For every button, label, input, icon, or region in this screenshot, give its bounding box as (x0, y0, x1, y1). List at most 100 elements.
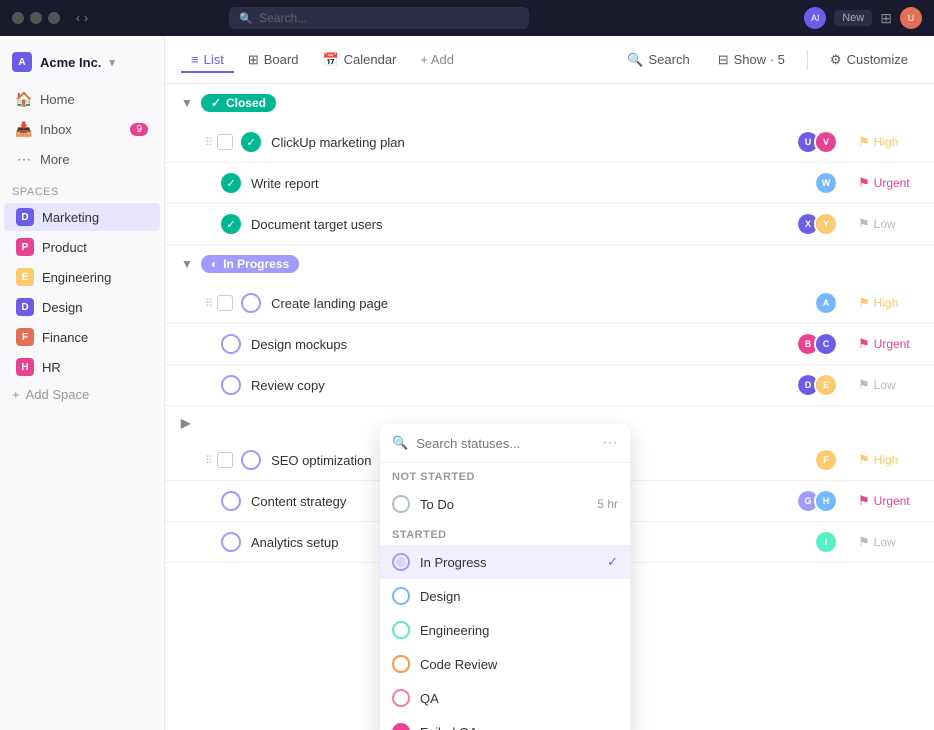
add-space-button[interactable]: + Add Space (0, 382, 164, 407)
sidebar-item-home[interactable]: 🏠 Home (4, 85, 160, 113)
task-avatars: G H (796, 489, 838, 513)
add-view-button[interactable]: + Add (410, 46, 464, 73)
status-option-inprogress[interactable]: In Progress ✓ (380, 545, 630, 579)
sidebar-item-engineering[interactable]: E Engineering (4, 263, 160, 291)
task-checkbox[interactable] (217, 452, 233, 468)
status-option-design[interactable]: Design (380, 579, 630, 613)
maximize-dot (48, 12, 60, 24)
titlebar: ‹ › 🔍 Search... AI New ⊞ U (0, 0, 934, 36)
marketing-label: Marketing (42, 210, 99, 225)
new-button[interactable]: New (834, 10, 872, 26)
status-option-codereview[interactable]: Code Review (380, 647, 630, 681)
finance-dot: F (16, 328, 34, 346)
status-option-todo[interactable]: To Do 5 hr (380, 487, 630, 521)
section-header-closed[interactable]: ▼ ✓ Closed (165, 84, 934, 122)
avatar: E (814, 373, 838, 397)
section-header-inprogress[interactable]: ▼ ◐ In Progress (165, 245, 934, 283)
task-name: Review copy (251, 378, 796, 393)
qa-option-label: QA (420, 691, 618, 706)
grid-icon[interactable]: ⊞ (880, 10, 892, 27)
priority-badge: ⚑ Low (858, 534, 918, 550)
avatar: V (814, 130, 838, 154)
search-icon: 🔍 (627, 52, 643, 68)
show-icon: ⊟ (718, 52, 729, 68)
sidebar-item-more[interactable]: ⋯ More (4, 145, 160, 173)
closed-label: Closed (226, 96, 266, 110)
tab-calendar[interactable]: 📅 Calendar (312, 46, 406, 74)
user-avatar[interactable]: U (900, 7, 922, 29)
sidebar-item-more-label: More (40, 152, 70, 167)
table-row[interactable]: ⠿ ✓ ClickUp marketing plan U V ⚑ High (165, 122, 934, 163)
forward-arrow-icon[interactable]: › (84, 11, 88, 25)
workspace-selector[interactable]: A Acme Inc. ▾ (0, 44, 164, 80)
back-arrow-icon[interactable]: ‹ (76, 11, 80, 25)
closed-status-badge: ✓ Closed (201, 94, 276, 112)
flag-icon: ⚑ (858, 175, 870, 191)
inprogress-label: In Progress (223, 257, 289, 271)
sidebar-item-product[interactable]: P Product (4, 233, 160, 261)
global-search-bar[interactable]: 🔍 Search... (229, 7, 529, 29)
task-avatars: D E (796, 373, 838, 397)
table-row[interactable]: ⠿ Create landing page A ⚑ High (165, 283, 934, 324)
task-name: Write report (251, 176, 814, 191)
search-button[interactable]: 🔍 Search (617, 47, 699, 73)
dropdown-search-bar[interactable]: 🔍 ··· (380, 424, 630, 463)
table-row[interactable]: ✓ Document target users X Y ⚑ Low (165, 204, 934, 245)
sidebar-item-finance[interactable]: F Finance (4, 323, 160, 351)
inprogress-option-label: In Progress (420, 555, 597, 570)
workspace-icon: A (12, 52, 32, 72)
tab-board-label: Board (264, 52, 299, 67)
sidebar-item-design[interactable]: D Design (4, 293, 160, 321)
tab-list-label: List (204, 52, 224, 67)
not-started-section-label: NOT STARTED (380, 463, 630, 487)
table-row[interactable]: Design mockups B C ⚑ Urgent (165, 324, 934, 365)
sidebar-item-hr[interactable]: H HR (4, 353, 160, 381)
priority-badge: ⚑ High (858, 452, 918, 468)
codereview-status-icon (392, 655, 410, 673)
ai-avatar[interactable]: AI (804, 7, 826, 29)
customize-icon: ⚙ (830, 52, 842, 68)
priority-label: High (874, 296, 899, 310)
close-dot (12, 12, 24, 24)
sidebar-item-marketing[interactable]: D Marketing (4, 203, 160, 231)
task-checkbox[interactable] (217, 134, 233, 150)
engineering-label: Engineering (42, 270, 111, 285)
closed-check-icon: ✓ (211, 96, 221, 110)
search-icon: 🔍 (239, 12, 253, 25)
product-dot: P (16, 238, 34, 256)
status-option-failedqa[interactable]: Failed QA (380, 715, 630, 730)
task-avatars: W (814, 171, 838, 195)
marketing-dot: D (16, 208, 34, 226)
avatar: F (814, 448, 838, 472)
status-option-qa[interactable]: QA (380, 681, 630, 715)
tab-list[interactable]: ≡ List (181, 46, 234, 73)
table-row[interactable]: Review copy D E ⚑ Low (165, 365, 934, 406)
dropdown-more-icon[interactable]: ··· (602, 434, 618, 452)
sidebar-item-inbox-label: Inbox (40, 122, 72, 137)
task-checkbox[interactable] (217, 295, 233, 311)
sidebar-item-inbox[interactable]: 📥 Inbox 9 (4, 115, 160, 143)
selected-check-icon: ✓ (607, 554, 618, 570)
toolbar-right: 🔍 Search ⊟ Show · 5 ⚙ Customize (617, 47, 918, 73)
qa-status-icon (392, 689, 410, 707)
workspace-name: Acme Inc. (40, 55, 101, 70)
task-avatars: X Y (796, 212, 838, 236)
task-avatars: F (814, 448, 838, 472)
table-row[interactable]: ✓ Write report W ⚑ Urgent (165, 163, 934, 204)
priority-label: Low (874, 535, 896, 549)
task-status-icon-closed: ✓ (221, 173, 241, 193)
priority-label: High (874, 453, 899, 467)
sidebar-item-home-label: Home (40, 92, 75, 107)
priority-label: Urgent (874, 176, 910, 190)
tab-board[interactable]: ⊞ Board (238, 46, 309, 74)
status-option-engineering[interactable]: Engineering (380, 613, 630, 647)
priority-label: Urgent (874, 337, 910, 351)
finance-label: Finance (42, 330, 88, 345)
design-option-label: Design (420, 589, 618, 604)
task-status-icon (241, 450, 261, 470)
show-button[interactable]: ⊟ Show · 5 (708, 47, 795, 73)
task-avatars: U V (796, 130, 838, 154)
dropdown-search-input[interactable] (416, 436, 594, 451)
customize-button[interactable]: ⚙ Customize (820, 47, 918, 73)
flag-icon: ⚑ (858, 452, 870, 468)
